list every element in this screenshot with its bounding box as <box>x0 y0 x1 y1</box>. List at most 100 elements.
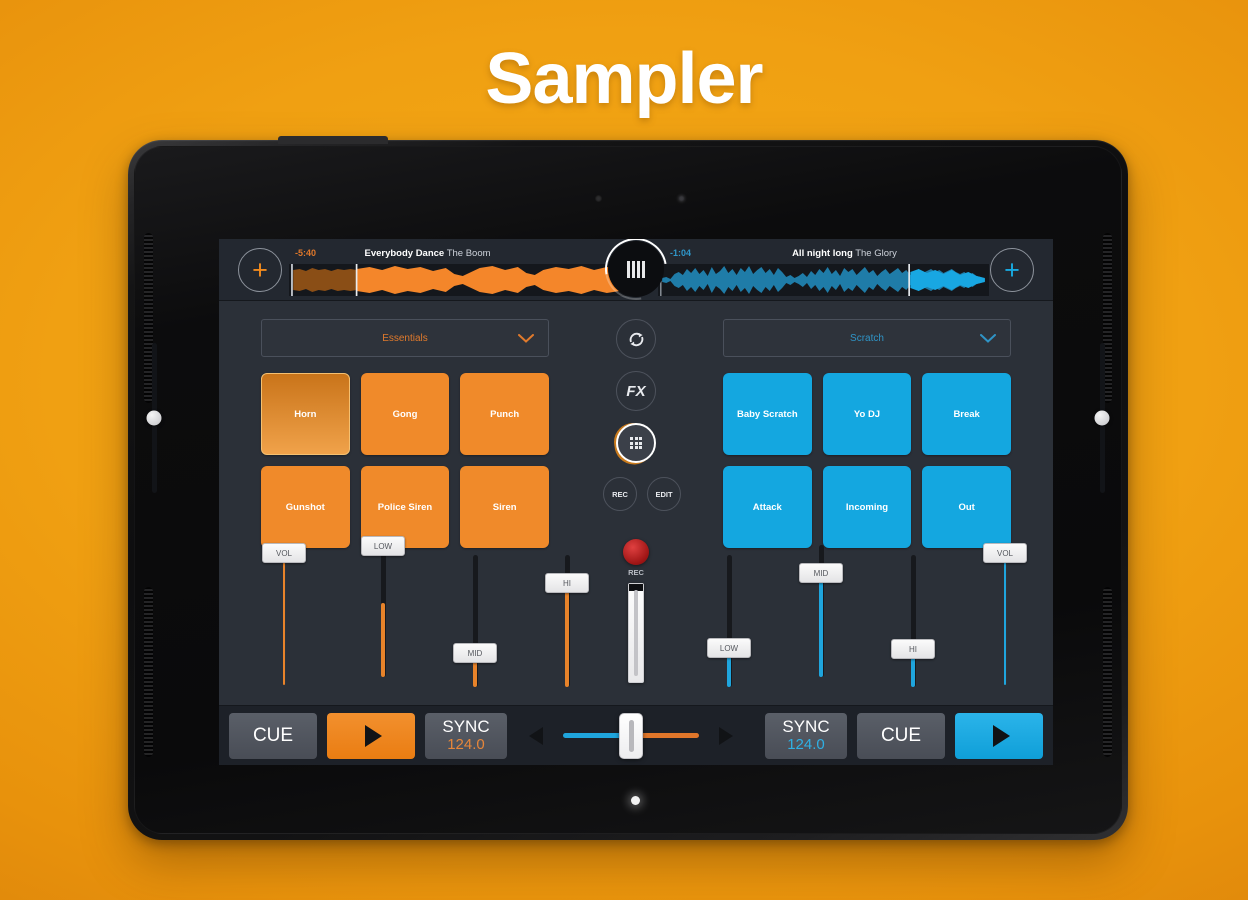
sample-pad[interactable]: Gong <box>360 373 450 455</box>
play-icon <box>364 724 382 747</box>
deck-right-track-title: All night long <box>792 248 853 259</box>
deck-right-track-artist: The Glory <box>855 248 897 259</box>
sample-pad[interactable]: Baby Scratch <box>723 373 812 455</box>
left-edge-slider[interactable] <box>139 343 169 493</box>
fader-right-vol[interactable]: VOL <box>982 543 1028 685</box>
sampler-panel-left: Essentials Horn Gong Punch Gunshot Polic… <box>219 301 575 548</box>
record-mode-button[interactable]: REC <box>603 477 637 511</box>
waveform-right-svg <box>660 264 985 296</box>
fader-cap[interactable]: LOW <box>707 638 751 658</box>
fader-right-mid[interactable]: MID <box>798 545 844 677</box>
edit-button[interactable]: EDIT <box>647 477 681 511</box>
fader-left-mid[interactable]: MID <box>452 555 498 687</box>
fx-button[interactable]: FX <box>616 371 656 411</box>
sample-pad[interactable]: Horn <box>261 373 350 455</box>
fader-left-hi[interactable]: HI <box>544 555 590 687</box>
sample-pad[interactable]: Siren <box>460 466 549 548</box>
transport-bar: CUE SYNC 124.0 SYNC 124.0 CUE <box>219 705 1053 765</box>
fader-fill <box>283 553 285 685</box>
sample-pad[interactable]: Break <box>922 373 1011 455</box>
deck-left-track-artist: The Boom <box>446 248 491 259</box>
crossfader-left-arrow-icon[interactable] <box>529 726 543 745</box>
waveform-right[interactable] <box>658 264 989 296</box>
sample-pad-grid-right: Baby Scratch Yo DJ Break Attack Incoming… <box>723 373 1011 548</box>
app-screen: + -5:40 Everybody Dance The Boom + -1:04… <box>219 239 1053 765</box>
deck-left-track: Everybody Dance The Boom <box>219 248 636 259</box>
sample-bank-selector-left[interactable]: Essentials <box>261 319 549 357</box>
fader-right-hi[interactable]: HI <box>890 555 936 687</box>
crossfader-handle[interactable] <box>619 712 643 759</box>
speaker-grille-right-2 <box>1103 587 1112 757</box>
deck-right-track: All night long The Glory <box>636 248 1053 259</box>
play-button-right[interactable] <box>955 712 1043 759</box>
sync-button-right[interactable]: SYNC 124.0 <box>765 712 847 759</box>
play-icon <box>992 724 1010 747</box>
chevron-down-icon <box>980 334 996 343</box>
master-fader[interactable] <box>628 583 644 683</box>
sample-bank-label-right: Scratch <box>850 332 884 344</box>
master-fader-indicator <box>634 590 638 676</box>
waveform-left-svg <box>289 264 626 296</box>
sample-pad[interactable]: Out <box>922 466 1011 548</box>
waveform-left[interactable] <box>289 264 628 296</box>
bpm-right: 124.0 <box>787 736 825 753</box>
speaker-grille-left-2 <box>144 587 153 757</box>
grid-icon <box>630 437 642 449</box>
fader-left-low[interactable]: LOW <box>360 536 406 677</box>
page-title: Sampler <box>485 39 763 119</box>
main-body: Essentials Horn Gong Punch Gunshot Polic… <box>219 301 1053 705</box>
sample-bank-label-left: Essentials <box>382 332 428 344</box>
tablet-top-nub <box>278 136 388 144</box>
sample-bank-selector-right[interactable]: Scratch <box>723 319 1011 357</box>
jog-wheel[interactable] <box>592 239 680 313</box>
right-edge-slider[interactable] <box>1087 343 1117 493</box>
tablet-bezel: + -5:40 Everybody Dance The Boom + -1:04… <box>134 146 1122 834</box>
right-edge-slider-knob[interactable] <box>1094 410 1110 426</box>
loop-icon <box>629 332 643 346</box>
fader-cap[interactable]: MID <box>453 643 497 663</box>
sample-pad[interactable]: Attack <box>723 466 812 548</box>
light-sensor-icon <box>678 195 685 202</box>
fader-cap[interactable]: VOL <box>262 543 306 563</box>
cue-button-right[interactable]: CUE <box>857 712 945 759</box>
sample-pad-grid-left: Horn Gong Punch Gunshot Police Siren Sir… <box>261 373 549 548</box>
fader-fill <box>1004 553 1006 685</box>
sync-button-left[interactable]: SYNC 124.0 <box>425 712 507 759</box>
sample-pad[interactable]: Punch <box>460 373 549 455</box>
fader-cap[interactable]: HI <box>891 639 935 659</box>
home-indicator-led <box>631 796 640 805</box>
crossfader-right-arrow-icon[interactable] <box>719 726 733 745</box>
cue-button-left[interactable]: CUE <box>229 712 317 759</box>
play-button-left[interactable] <box>327 712 415 759</box>
tablet-device: + -5:40 Everybody Dance The Boom + -1:04… <box>128 136 1128 840</box>
deck-right: + -1:04 All night long The Glory <box>636 239 1053 300</box>
record-label: REC <box>628 568 644 577</box>
front-camera-icon <box>595 195 602 202</box>
chevron-down-icon <box>518 334 534 343</box>
deck-bar: + -5:40 Everybody Dance The Boom + -1:04… <box>219 239 1053 313</box>
record-button[interactable] <box>623 539 649 565</box>
mixer-faders: VOL LOW MID HI REC LOW MID HI VOL <box>219 536 1053 705</box>
crossfader[interactable] <box>517 712 745 759</box>
sampler-panel-right: Scratch Baby Scratch Yo DJ Break Attack … <box>697 301 1053 548</box>
sampler-grid-button[interactable] <box>616 423 656 463</box>
left-edge-slider-knob[interactable] <box>146 410 162 426</box>
loop-button[interactable] <box>616 319 656 359</box>
fader-cap[interactable]: VOL <box>983 543 1027 563</box>
sync-label-left: SYNC <box>442 717 490 736</box>
fader-fill <box>565 582 569 687</box>
sample-pad[interactable]: Gunshot <box>261 466 350 548</box>
fader-fill <box>819 572 823 677</box>
sync-label-right: SYNC <box>782 717 830 736</box>
fader-cap[interactable]: MID <box>799 563 843 583</box>
fader-fill <box>381 603 385 677</box>
sample-pad[interactable]: Yo DJ <box>822 373 912 455</box>
fader-left-vol[interactable]: VOL <box>261 543 307 685</box>
fader-cap[interactable]: LOW <box>361 536 405 556</box>
deck-left: + -5:40 Everybody Dance The Boom <box>219 239 636 300</box>
sample-pad[interactable]: Incoming <box>822 466 912 548</box>
fader-cap[interactable]: HI <box>545 573 589 593</box>
fader-right-low[interactable]: LOW <box>706 555 752 687</box>
deck-left-track-title: Everybody Dance <box>364 248 445 259</box>
bpm-left: 124.0 <box>447 736 485 753</box>
